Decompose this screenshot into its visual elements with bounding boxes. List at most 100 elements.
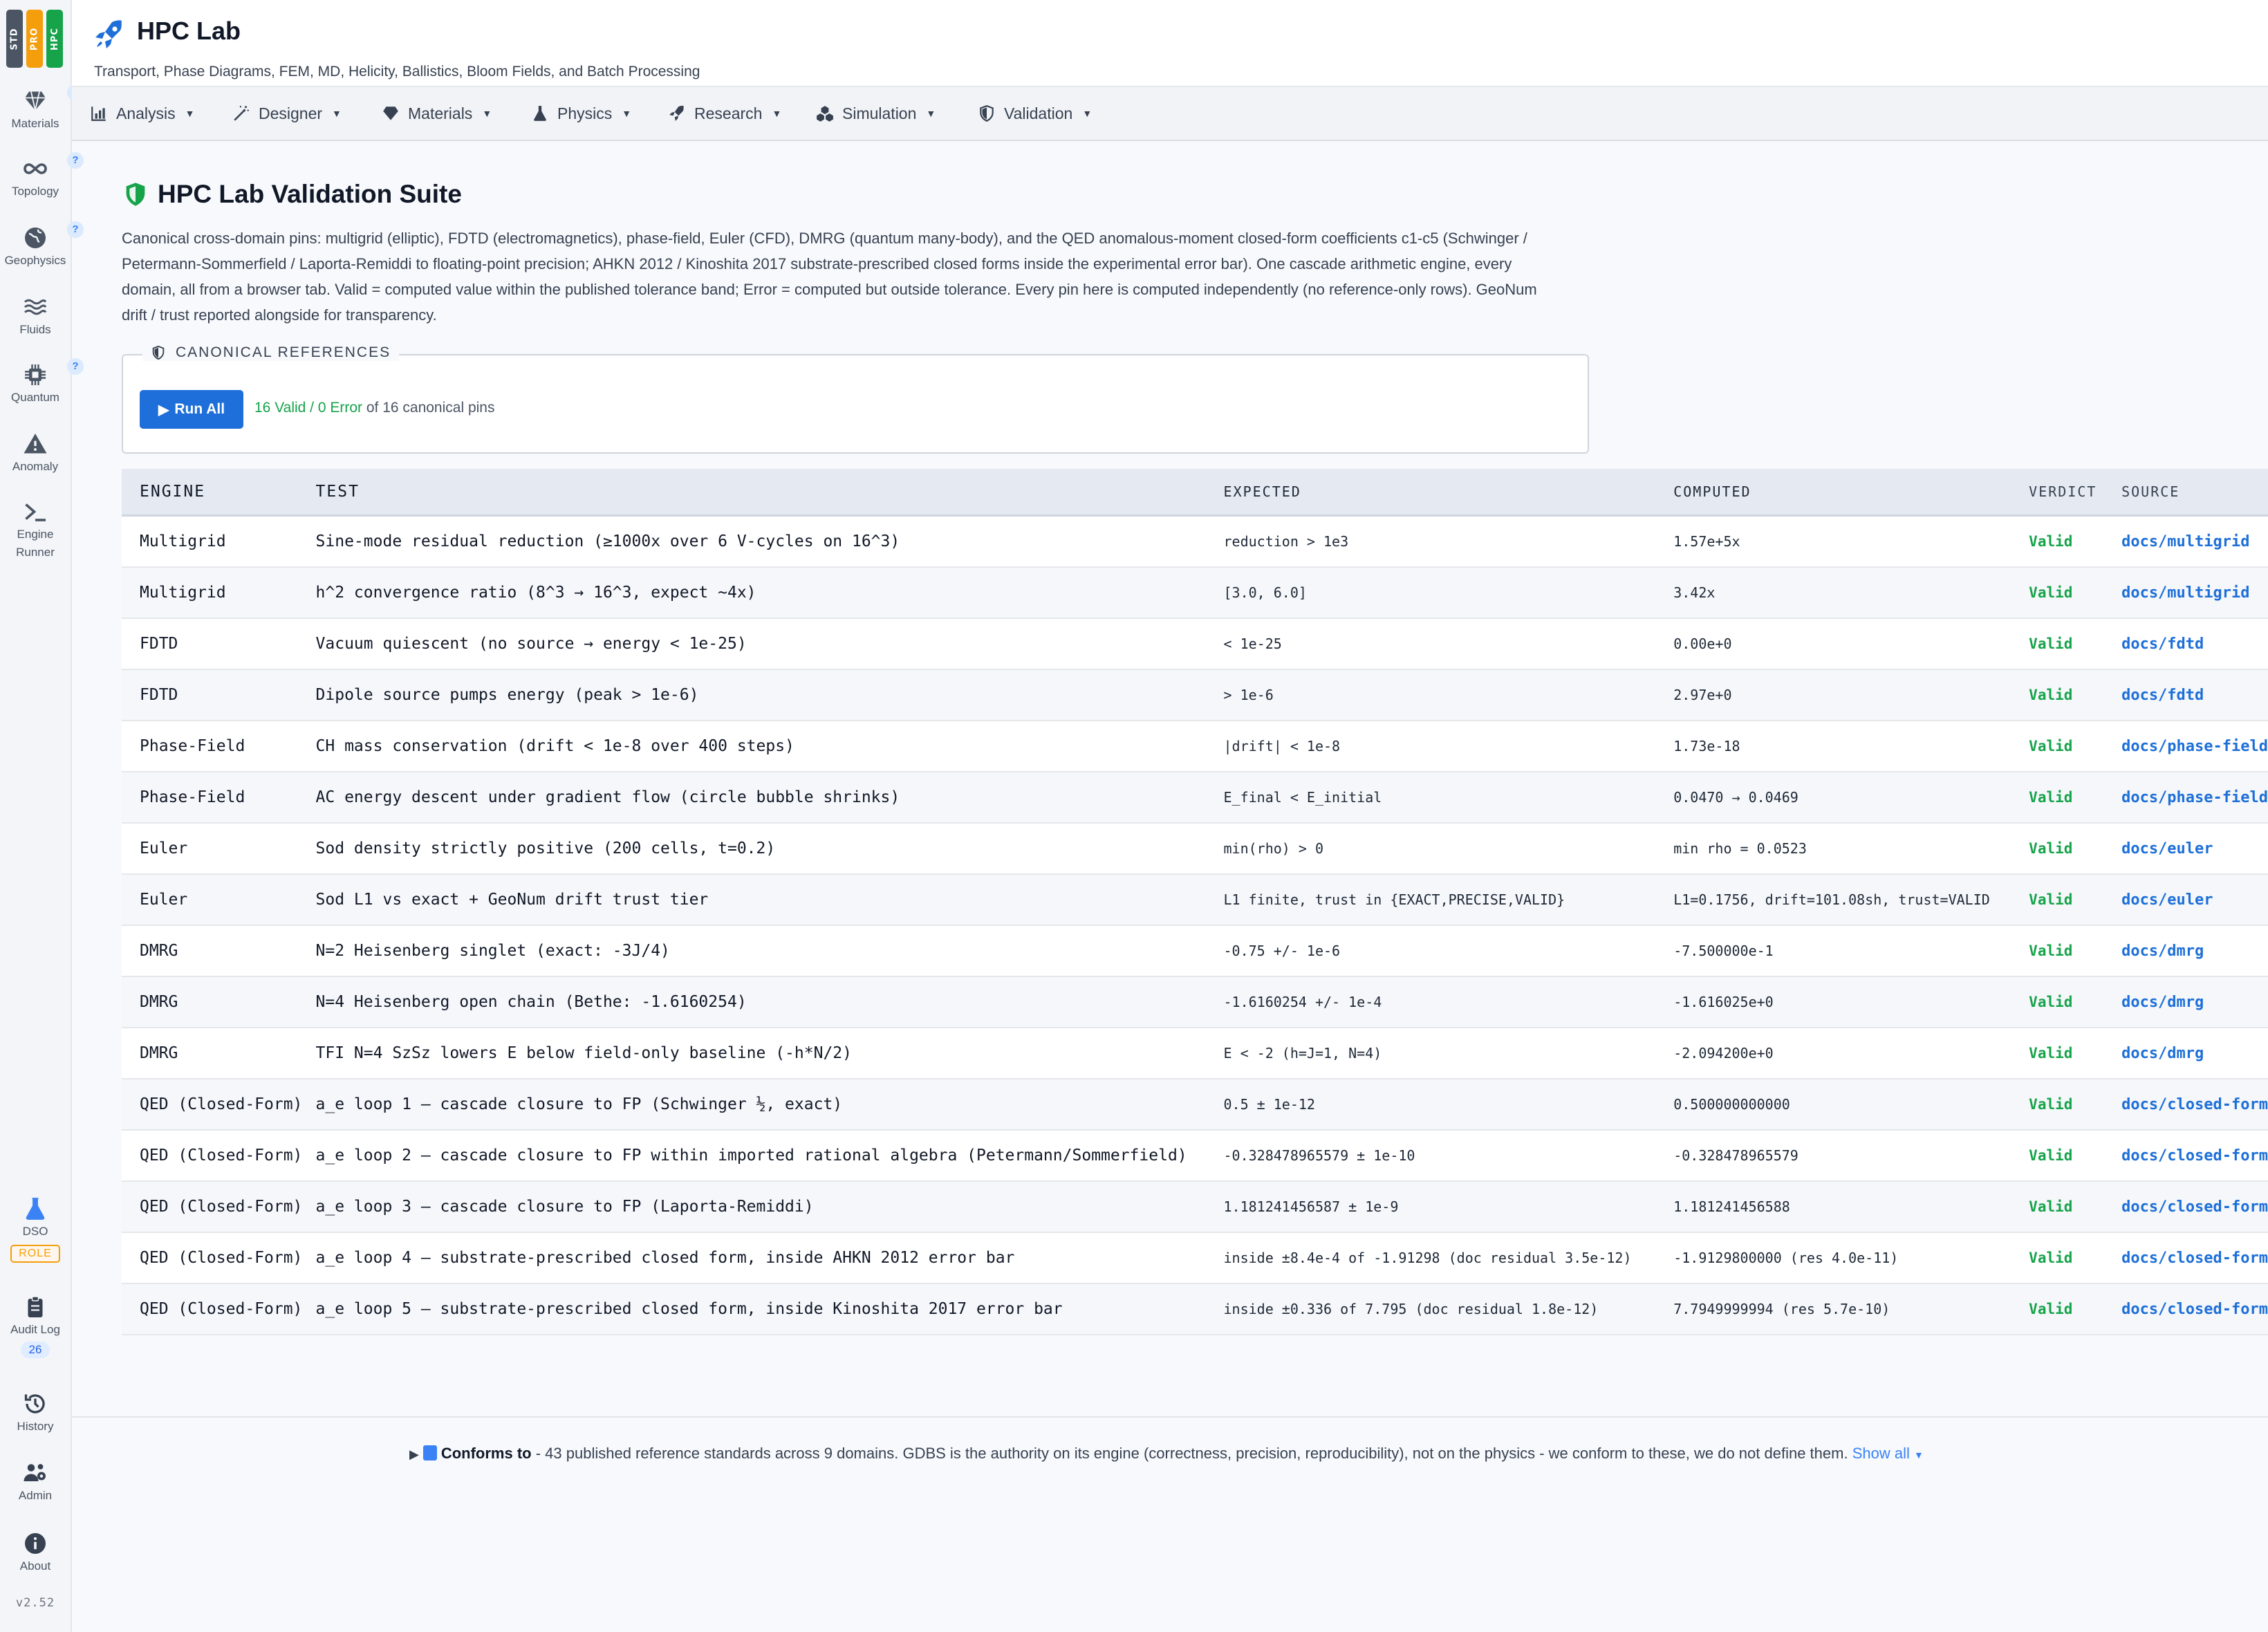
source-link[interactable]: docs/closed-form: [2121, 1079, 2268, 1131]
source-link[interactable]: docs/dmrg: [2121, 925, 2268, 977]
clipboard-icon: [23, 1295, 48, 1319]
rail-item-materials[interactable]: ? Materials: [0, 84, 84, 133]
tier-hpc-badge[interactable]: HPC: [46, 10, 63, 68]
menu-analysis[interactable]: Analysis ▼: [90, 87, 195, 140]
source-link[interactable]: docs/closed-form: [2121, 1130, 2268, 1182]
expected-cell: < 1e-25: [1223, 618, 1674, 670]
column-header-source[interactable]: SOURCE: [2121, 469, 2268, 517]
computed-cell: 2.97e+0: [1673, 669, 2029, 721]
engine-cell: Phase-Field: [122, 772, 316, 824]
table-row: QED (Closed-Form) a_e loop 2 — cascade cl…: [122, 1130, 2268, 1182]
globe-icon: ?: [23, 221, 84, 250]
computed-cell: -7.500000e-1: [1673, 925, 2029, 977]
source-link[interactable]: docs/closed-form: [2121, 1232, 2268, 1284]
rail-item-audit-log[interactable]: Audit Log 26: [0, 1295, 71, 1358]
rail-item-topology[interactable]: ? Topology: [0, 152, 84, 201]
source-link[interactable]: docs/dmrg: [2121, 976, 2268, 1028]
rail-item-engine-runner[interactable]: Engine Runner: [0, 499, 71, 562]
expected-cell: > 1e-6: [1223, 669, 1674, 721]
source-link[interactable]: docs/fdtd: [2121, 618, 2268, 670]
verdict-badge: Valid: [2029, 1283, 2122, 1335]
app-title: HPC Lab: [137, 17, 241, 45]
computed-cell: -1.616025e+0: [1673, 976, 2029, 1028]
computed-cell: min rho = 0.0523: [1673, 823, 2029, 875]
rail-item-anomaly[interactable]: Anomaly: [0, 432, 71, 476]
computed-cell: L1=0.1756, drift=101.08sh, trust=VALID: [1673, 874, 2029, 926]
users-gear-icon: [23, 1461, 48, 1485]
engine-cell: Multigrid: [122, 515, 316, 568]
table-row: Multigrid h^2 convergence ratio (8^3 → 16…: [122, 567, 2268, 619]
tier-std-badge[interactable]: STD: [6, 10, 23, 68]
menu-designer[interactable]: Designer ▼: [232, 87, 342, 140]
page-description: Canonical cross-domain pins: multigrid (…: [122, 230, 1537, 324]
rail-item-geophysics[interactable]: ? Geophysics: [0, 221, 84, 270]
expected-cell: min(rho) > 0: [1223, 823, 1674, 875]
rail-item-quantum[interactable]: ? Quantum: [0, 358, 84, 407]
column-header-computed[interactable]: COMPUTED: [1673, 469, 2029, 517]
source-link[interactable]: docs/euler: [2121, 874, 2268, 926]
book-icon: [422, 1445, 437, 1461]
help-badge[interactable]: ?: [67, 152, 84, 169]
help-badge[interactable]: ?: [67, 358, 84, 375]
menu-bar: Analysis ▼ Designer ▼ Materials ▼ Physics ▼ …: [72, 86, 2268, 141]
rail-item-history[interactable]: History: [0, 1391, 71, 1436]
run-all-button[interactable]: ▶ Run All: [140, 390, 243, 429]
test-cell: TFI N=4 SzSz lowers E below field-only b…: [315, 1028, 1224, 1079]
rail-item-dso[interactable]: DSO ROLE: [0, 1196, 71, 1263]
computed-cell: 0.00e+0: [1673, 618, 2029, 670]
test-cell: CH mass conservation (drift < 1e-8 over …: [315, 721, 1224, 772]
test-cell: a_e loop 2 — cascade closure to FP withi…: [315, 1130, 1224, 1182]
expected-cell: [3.0, 6.0]: [1223, 567, 1674, 619]
caret-down-icon: ▼: [1082, 108, 1093, 119]
disclosure-triangle-icon[interactable]: ▶: [409, 1447, 419, 1461]
column-header-test[interactable]: TEST: [315, 469, 1224, 517]
menu-research[interactable]: Research ▼: [668, 87, 781, 140]
table-row: Multigrid Sine-mode residual reduction (≥…: [122, 515, 2268, 568]
show-all-link[interactable]: Show all ▼: [1852, 1445, 1924, 1462]
verdict-badge: Valid: [2029, 772, 2122, 824]
engine-cell: Phase-Field: [122, 721, 316, 772]
tier-pro-badge[interactable]: PRO: [26, 10, 43, 68]
verdict-badge: Valid: [2029, 515, 2122, 568]
source-link[interactable]: docs/phase-field: [2121, 772, 2268, 824]
source-link[interactable]: docs/dmrg: [2121, 1028, 2268, 1079]
source-link[interactable]: docs/euler: [2121, 823, 2268, 875]
verdict-badge: Valid: [2029, 874, 2122, 926]
expected-cell: E_final < E_initial: [1223, 772, 1674, 824]
source-link[interactable]: docs/closed-form: [2121, 1181, 2268, 1233]
chart-icon: [91, 106, 106, 121]
rail-item-fluids[interactable]: Fluids: [0, 295, 71, 339]
engine-cell: FDTD: [122, 669, 316, 721]
source-link[interactable]: docs/multigrid: [2121, 515, 2268, 568]
table-row: FDTD Vacuum quiescent (no source → energy…: [122, 618, 2268, 670]
source-link[interactable]: docs/fdtd: [2121, 669, 2268, 721]
page-title: HPC Lab Validation Suite: [122, 180, 462, 209]
test-cell: h^2 convergence ratio (8^3 → 16^3, expec…: [315, 567, 1224, 619]
engine-cell: QED (Closed-Form): [122, 1283, 316, 1335]
menu-physics[interactable]: Physics ▼: [531, 87, 631, 140]
computed-cell: -0.328478965579: [1673, 1130, 2029, 1182]
expected-cell: |drift| < 1e-8: [1223, 721, 1674, 772]
rail-item-admin[interactable]: Admin: [0, 1461, 71, 1505]
source-link[interactable]: docs/phase-field: [2121, 721, 2268, 772]
menu-validation[interactable]: Validation ▼: [978, 87, 1092, 140]
source-link[interactable]: docs/multigrid: [2121, 567, 2268, 619]
column-header-engine[interactable]: ENGINE: [122, 469, 316, 517]
table-row: QED (Closed-Form) a_e loop 5 — substrate-…: [122, 1283, 2268, 1335]
column-header-expected[interactable]: EXPECTED: [1223, 469, 1674, 517]
expected-cell: 1.181241456587 ± 1e-9: [1223, 1181, 1674, 1233]
rail-item-about[interactable]: About: [0, 1531, 71, 1575]
footer: ▶ Conforms to - 43 published reference st…: [72, 1416, 2268, 1632]
table-row: Phase-Field CH mass conservation (drift <…: [122, 721, 2268, 772]
conforms-to-disclosure[interactable]: ▶ Conforms to - 43 published reference st…: [409, 1440, 2014, 1469]
warning-triangle-icon: [23, 432, 48, 456]
source-link[interactable]: docs/closed-form: [2121, 1283, 2268, 1335]
shield-icon: [152, 345, 165, 360]
caret-down-icon: ▼: [926, 108, 936, 119]
help-badge[interactable]: ?: [67, 221, 84, 238]
menu-materials[interactable]: Materials ▼: [382, 87, 492, 140]
column-header-verdict[interactable]: VERDICT: [2029, 469, 2122, 517]
cubes-icon: [817, 106, 833, 122]
engine-cell: DMRG: [122, 925, 316, 977]
menu-simulation[interactable]: Simulation ▼: [816, 87, 936, 140]
